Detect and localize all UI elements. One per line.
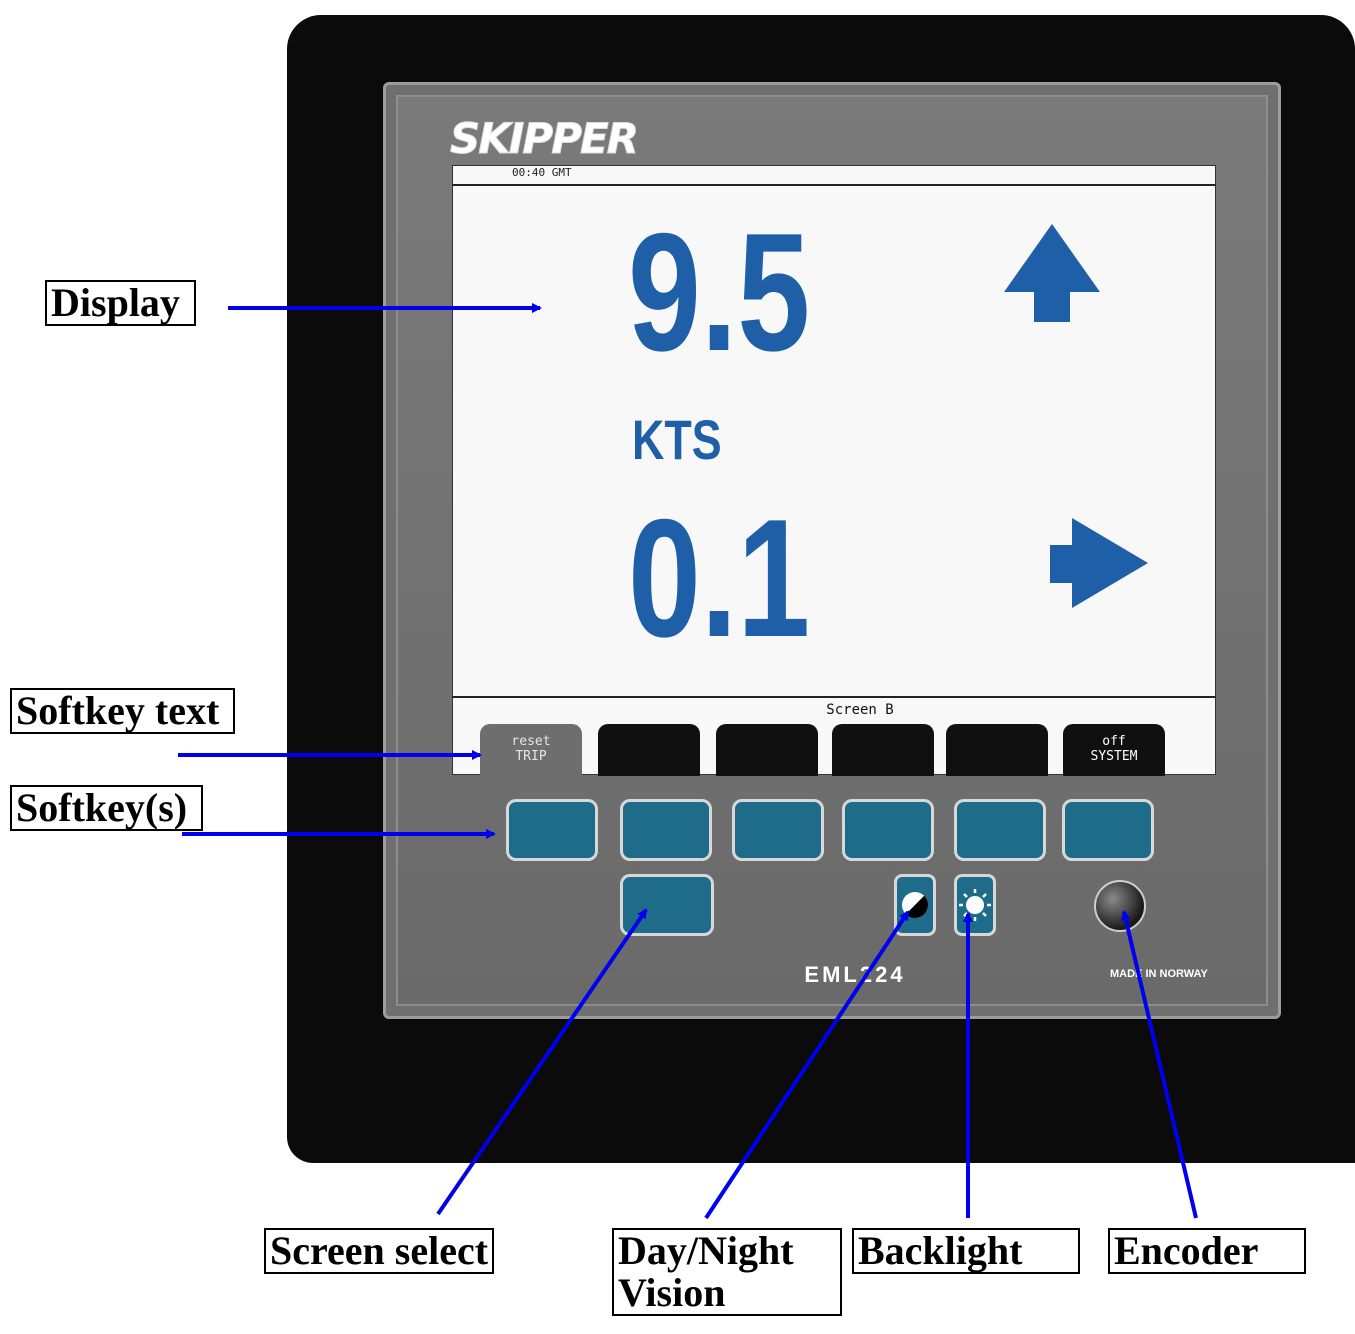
- leader-arrows: [178, 303, 1198, 1220]
- day-night-arrow: [704, 910, 910, 1220]
- encoder-arrow: [1120, 910, 1198, 1219]
- screen-select-arrow: [436, 908, 648, 1216]
